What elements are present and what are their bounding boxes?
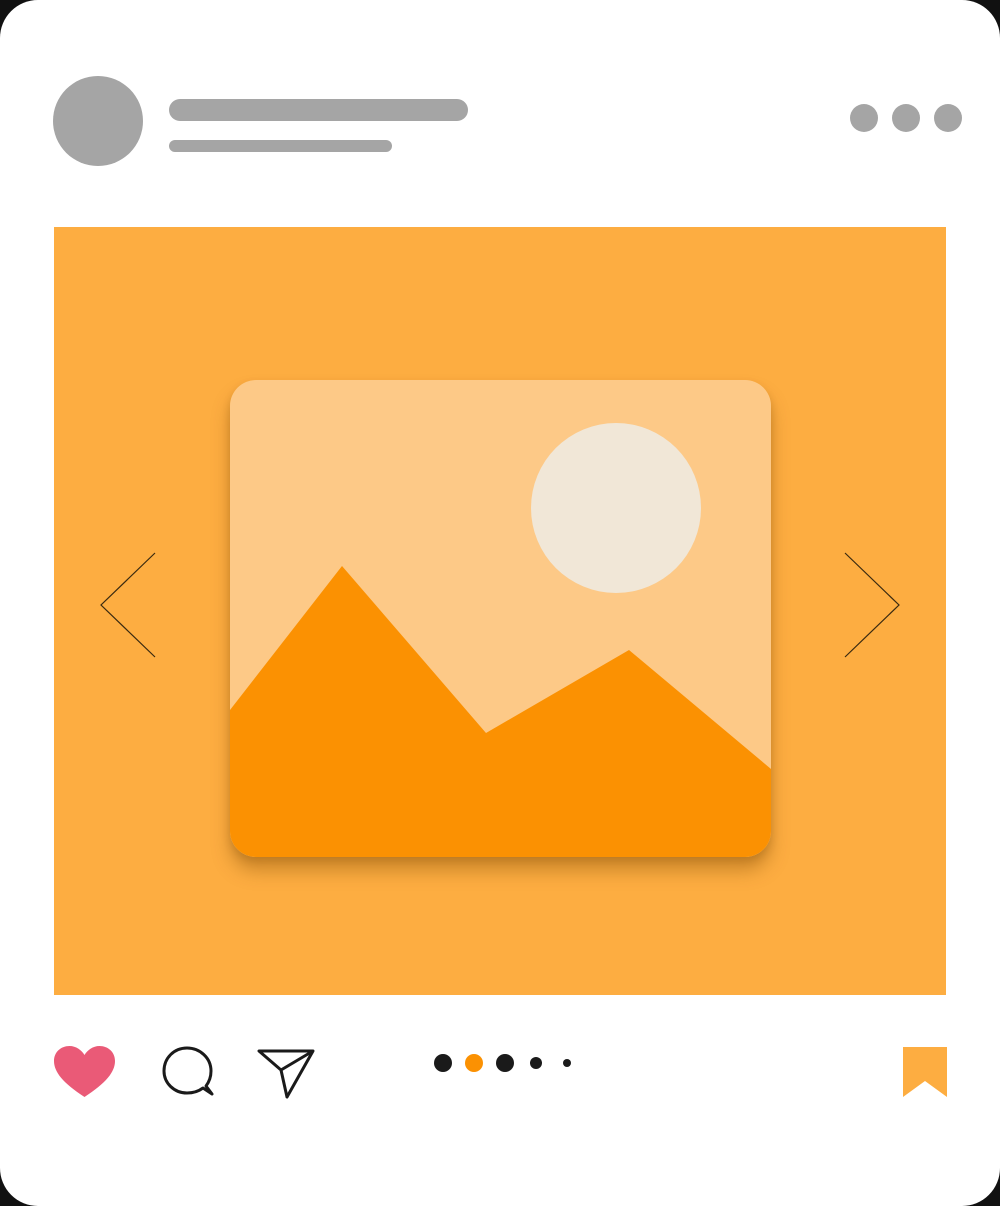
heart-icon [54, 1046, 115, 1097]
chevron-right-icon[interactable] [844, 552, 900, 658]
bookmark-icon [903, 1047, 947, 1097]
post-media[interactable] [54, 227, 946, 995]
pagination-dot[interactable] [563, 1059, 571, 1067]
pagination-dot[interactable] [496, 1054, 514, 1072]
paper-plane-icon [257, 1049, 315, 1099]
chevron-left-icon[interactable] [100, 552, 156, 658]
ellipsis-dot [892, 104, 920, 132]
image-placeholder-icon [230, 380, 771, 857]
more-options-button[interactable] [850, 102, 962, 134]
pagination-dot[interactable] [434, 1054, 452, 1072]
comment-button[interactable] [161, 1045, 217, 1099]
carousel-pagination [431, 1052, 576, 1074]
pagination-dot[interactable] [530, 1057, 542, 1069]
sun-shape [531, 423, 701, 593]
ellipsis-dot [934, 104, 962, 132]
pagination-dot-active[interactable] [465, 1054, 483, 1072]
share-button[interactable] [257, 1047, 317, 1101]
avatar[interactable] [53, 76, 143, 166]
username-placeholder[interactable] [169, 99, 468, 121]
like-button[interactable] [53, 1045, 116, 1099]
post-card [0, 0, 1000, 1206]
save-button[interactable] [902, 1046, 948, 1098]
comment-bubble-icon [162, 1046, 214, 1096]
ellipsis-dot [850, 104, 878, 132]
subtitle-placeholder [169, 140, 392, 152]
